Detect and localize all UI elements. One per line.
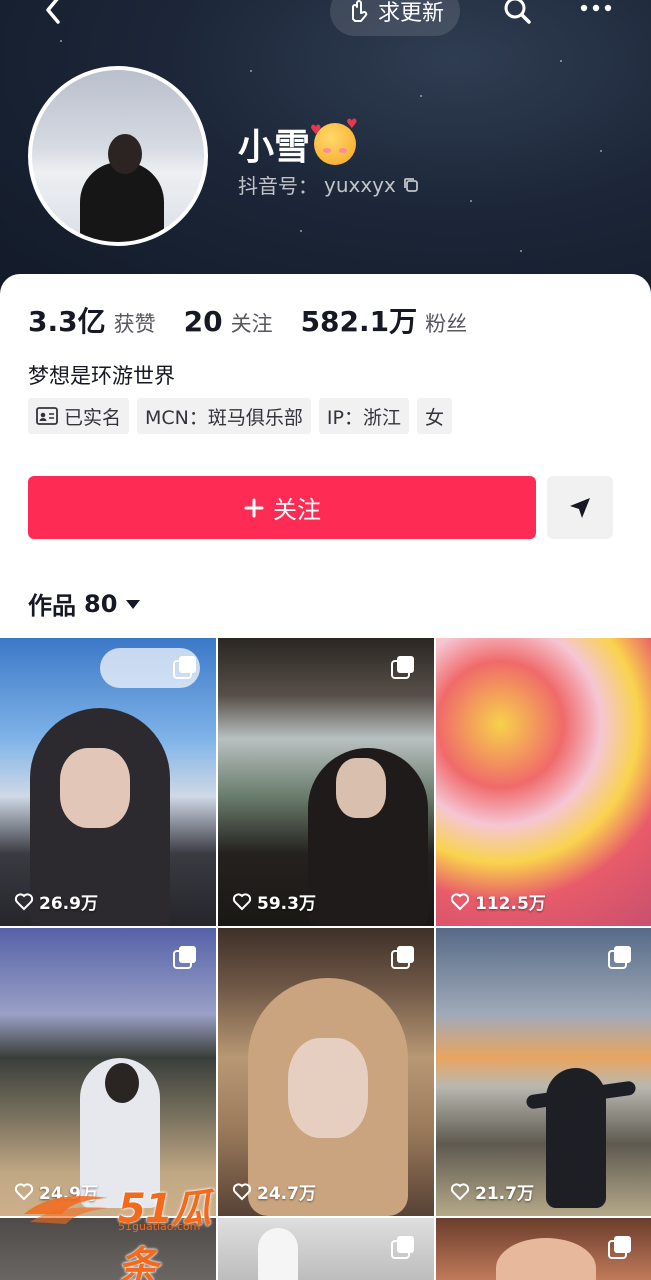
stat-value: 582.1万: [300, 305, 418, 338]
likes-count: 112.5万: [450, 889, 546, 914]
likes-count: 24.7万: [232, 1179, 316, 1204]
video-tile[interactable]: 24.9万: [0, 928, 216, 1216]
watermark-logo: 51瓜条 51guatiao.com: [22, 1176, 232, 1280]
image-set-icon: [391, 656, 414, 679]
send-message-button[interactable]: [547, 476, 613, 539]
heart-icon: [450, 892, 470, 910]
image-set-icon: [391, 946, 414, 969]
likes-value: 24.7万: [257, 1184, 316, 1204]
heart-icon: [232, 1182, 252, 1200]
profile-name-text: 小雪: [238, 127, 311, 168]
tag-verified[interactable]: 已实名: [28, 398, 130, 434]
caret-down-icon: [126, 599, 141, 609]
stat-following[interactable]: 20 关注: [184, 305, 273, 338]
image-set-icon: [173, 946, 196, 969]
request-update-label: 求更新: [378, 1, 445, 26]
id-card-icon: [36, 407, 58, 425]
likes-count: 59.3万: [232, 889, 316, 914]
watermark-wing-icon: [24, 1196, 108, 1224]
profile-tags: 已实名 MCN：斑马俱乐部 IP：浙江 女: [28, 398, 452, 434]
tile-face: [105, 1063, 139, 1103]
copy-icon[interactable]: [402, 176, 420, 194]
video-tile[interactable]: 59.3万: [218, 638, 434, 926]
heart-icon: [450, 1182, 470, 1200]
tile-face: [336, 758, 386, 818]
video-tile[interactable]: [218, 1218, 434, 1280]
search-icon[interactable]: [500, 0, 534, 28]
top-bar: 求更新: [0, 0, 651, 36]
back-arrow-icon[interactable]: [36, 0, 72, 28]
avatar-figure: [80, 162, 164, 242]
stat-followers[interactable]: 582.1万 粉丝: [301, 300, 468, 340]
douyin-id[interactable]: 抖音号： yuxxyx: [238, 170, 420, 199]
tile-face: [288, 1038, 368, 1138]
avatar-figure-head: [108, 134, 142, 174]
works-tab-label: 作品: [28, 592, 76, 620]
douyin-id-label: 抖音号：: [238, 174, 318, 198]
tag-mcn[interactable]: MCN：斑马俱乐部: [137, 398, 311, 434]
likes-value: 112.5万: [475, 894, 546, 914]
tag-gender: 女: [416, 398, 452, 434]
image-set-icon: [391, 1236, 414, 1259]
likes-count: 26.9万: [14, 889, 98, 914]
smiling-face-with-hearts-icon: ♥ ♥: [310, 118, 358, 165]
stat-label: 关注: [230, 312, 273, 336]
image-set-icon: [173, 656, 196, 679]
tag-label: IP：浙江: [326, 406, 401, 429]
bio-text: 梦想是环游世界: [28, 364, 175, 388]
hand-point-icon: [352, 0, 368, 22]
tag-label: 女: [424, 406, 444, 429]
likes-value: 59.3万: [257, 894, 316, 914]
tag-ip: IP：浙江: [318, 398, 409, 434]
likes-value: 21.7万: [475, 1184, 534, 1204]
likes-value: 26.9万: [39, 894, 98, 914]
watermark-url: 51guatiao.com: [118, 1220, 201, 1233]
video-tile[interactable]: 112.5万: [436, 638, 651, 926]
send-icon: [570, 497, 590, 518]
image-set-icon: [608, 946, 631, 969]
profile-name: 小雪 ♥ ♥: [238, 118, 358, 170]
stats-row: 3.3亿 获赞 20 关注 582.1万 粉丝: [28, 300, 495, 340]
image-set-icon: [608, 1236, 631, 1259]
plus-icon: [244, 498, 264, 517]
follow-label: 关注: [273, 496, 321, 524]
stat-label: 粉丝: [425, 312, 468, 336]
tile-face: [496, 1238, 596, 1280]
tile-face: [60, 748, 130, 828]
video-tile[interactable]: 21.7万: [436, 928, 651, 1216]
tile-object: [258, 1228, 298, 1280]
stat-label: 获赞: [113, 312, 156, 336]
avatar[interactable]: [28, 66, 208, 246]
tag-label: 已实名: [64, 406, 122, 429]
more-options-icon[interactable]: [576, 0, 616, 26]
request-update-button[interactable]: 求更新: [330, 0, 461, 36]
video-tile[interactable]: 26.9万: [0, 638, 216, 926]
tag-label: MCN：斑马俱乐部: [145, 406, 303, 429]
video-tile[interactable]: [436, 1218, 651, 1280]
stat-likes[interactable]: 3.3亿 获赞: [28, 300, 156, 340]
heart-icon: [232, 892, 252, 910]
likes-count: 21.7万: [450, 1179, 534, 1204]
stat-value: 20: [183, 305, 223, 338]
heart-icon: [14, 892, 34, 910]
tab-works[interactable]: 作品 80: [28, 586, 141, 621]
douyin-id-value: yuxxyx: [324, 172, 396, 197]
video-tile[interactable]: 24.7万: [218, 928, 434, 1216]
works-tab-count: 80: [84, 589, 118, 618]
follow-button[interactable]: 关注: [28, 476, 536, 539]
stat-value: 3.3亿: [28, 305, 106, 338]
profile-page: 求更新 小雪 ♥ ♥ 抖音号： yuxxyx 3.3亿 获赞 20 关注 582…: [0, 0, 651, 1280]
